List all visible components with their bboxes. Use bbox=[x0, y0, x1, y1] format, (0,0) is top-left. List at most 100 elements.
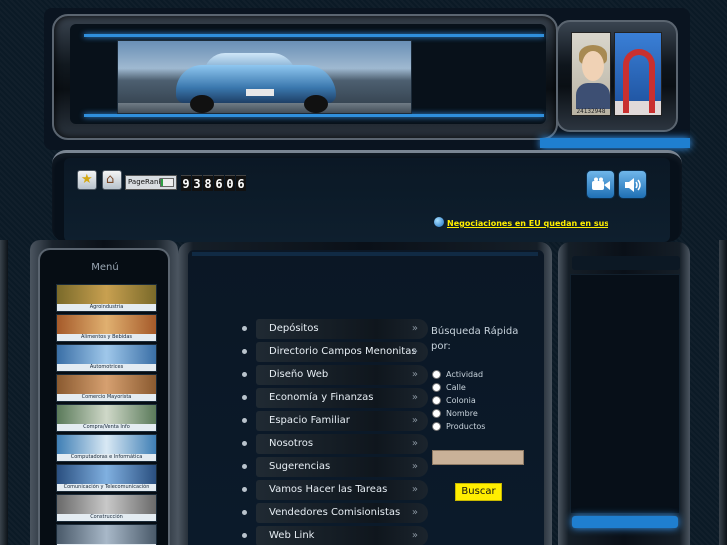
nav-link-label: Directorio Campos Menonitas bbox=[269, 346, 417, 357]
counter-digit: 6 bbox=[214, 175, 224, 191]
search-option-radio[interactable] bbox=[432, 409, 441, 418]
nav-link[interactable]: Nosotros » bbox=[256, 434, 428, 454]
bullet-icon bbox=[242, 487, 247, 492]
chevron-right-icon: » bbox=[411, 346, 418, 357]
menu-category-item[interactable]: Computadoras e Informática bbox=[56, 434, 157, 462]
search-option-radio[interactable] bbox=[432, 383, 441, 392]
search-option: Colonia bbox=[432, 394, 532, 407]
right-panel-header bbox=[572, 256, 680, 270]
menu-title: Menú bbox=[91, 262, 119, 273]
nav-row: Directorio Campos Menonitas» bbox=[240, 341, 430, 364]
home-icon[interactable]: ⌂ bbox=[102, 170, 122, 190]
portrait-image: 24132948 bbox=[571, 32, 611, 116]
pagerank-badge[interactable]: PageRank bbox=[125, 175, 177, 190]
search-option-label: Actividad bbox=[446, 370, 484, 379]
banner-glow-line-top bbox=[84, 34, 544, 37]
nav-row: Depósitos » bbox=[240, 318, 430, 341]
search-option-label: Productos bbox=[446, 422, 486, 431]
nav-link-label: Economía y Finanzas bbox=[269, 392, 374, 403]
bullet-icon bbox=[242, 441, 247, 446]
globe-icon bbox=[434, 217, 444, 227]
search-option-radio[interactable] bbox=[432, 396, 441, 405]
search-option: Actividad bbox=[432, 368, 532, 381]
search-option: Nombre bbox=[432, 407, 532, 420]
bullet-icon bbox=[242, 349, 247, 354]
nav-link[interactable]: Economía y Finanzas » bbox=[256, 388, 428, 408]
search-option-radio[interactable] bbox=[432, 422, 441, 431]
search-button[interactable]: Buscar bbox=[455, 483, 502, 501]
nav-link-label: Sugerencias bbox=[269, 461, 331, 472]
right-panel bbox=[570, 274, 680, 514]
favorites-icon[interactable]: ★ bbox=[77, 170, 97, 190]
nav-row: Vendedores Comisionistas » bbox=[240, 502, 430, 525]
chevron-right-icon: » bbox=[411, 461, 418, 472]
search-option-radio[interactable] bbox=[432, 370, 441, 379]
chevron-right-icon: » bbox=[411, 438, 418, 449]
nav-link[interactable]: Web Link » bbox=[256, 526, 428, 545]
left-edge-strip bbox=[0, 240, 8, 545]
nav-link[interactable]: Vamos Hacer las Tareas » bbox=[256, 480, 428, 500]
nav-row: Vamos Hacer las Tareas » bbox=[240, 479, 430, 502]
center-top-bar bbox=[192, 252, 538, 256]
counter-digit: 6 bbox=[236, 175, 246, 191]
chevron-right-icon: » bbox=[411, 484, 418, 495]
nav-link-label: Depósitos bbox=[269, 323, 319, 334]
nav-link-label: Nosotros bbox=[269, 438, 314, 449]
bullet-icon bbox=[242, 510, 247, 515]
menu-category-item[interactable]: Construcción bbox=[56, 494, 157, 522]
bullet-icon bbox=[242, 533, 247, 538]
menu-category-item[interactable]: Comunicación y Telecomunicación bbox=[56, 464, 157, 492]
main-navigation: Depósitos» Directorio Campos Menonitas» Di… bbox=[240, 318, 430, 545]
arch-artwork-image bbox=[614, 32, 662, 116]
bullet-icon bbox=[242, 326, 247, 331]
nav-link[interactable]: Directorio Campos Menonitas» bbox=[256, 342, 428, 362]
nav-link-label: Web Link bbox=[269, 530, 315, 541]
nav-link-label: Diseño Web bbox=[269, 369, 329, 380]
search-input[interactable] bbox=[432, 450, 524, 465]
search-option: Productos bbox=[432, 420, 532, 433]
nav-row: Web Link » bbox=[240, 525, 430, 545]
banner-glow-line-bottom bbox=[84, 114, 544, 117]
video-camera-icon[interactable] bbox=[586, 170, 615, 199]
bullet-icon bbox=[242, 372, 247, 377]
menu-category-item[interactable]: Automotrices bbox=[56, 344, 157, 372]
nav-link-label: Espacio Familiar bbox=[269, 415, 350, 426]
counter-digit: 9 bbox=[181, 175, 191, 191]
nav-row: Nosotros » bbox=[240, 433, 430, 456]
pagerank-label: PageRank bbox=[128, 178, 163, 186]
nav-link[interactable]: Sugerencias » bbox=[256, 457, 428, 477]
chevron-right-icon: » bbox=[411, 323, 418, 334]
search-options: Actividad Calle Colonia Nombre Productos bbox=[432, 368, 532, 433]
category-label: Agroindustria bbox=[57, 304, 156, 311]
category-menu: Agroindustria Alimentos y Bebidas Automotr… bbox=[56, 284, 157, 545]
portrait-caption: 24132948 bbox=[576, 108, 606, 115]
search-option-label: Colonia bbox=[446, 396, 476, 405]
news-ticker-link[interactable]: Negociaciones en EU quedan en suspen bbox=[447, 219, 608, 231]
quick-search-title: Búsqueda Rápida por: bbox=[431, 326, 519, 352]
search-option-label: Calle bbox=[446, 383, 466, 392]
menu-category-item[interactable]: Compra/Venta Info bbox=[56, 404, 157, 432]
chevron-right-icon: » bbox=[411, 530, 418, 541]
search-option-label: Nombre bbox=[446, 409, 478, 418]
counter-digit: 8 bbox=[203, 175, 213, 191]
nav-link-label: Vamos Hacer las Tareas bbox=[269, 484, 388, 495]
menu-category-item[interactable]: Alimentos y Bebidas bbox=[56, 314, 157, 342]
counter-digit: 0 bbox=[225, 175, 235, 191]
chevron-right-icon: » bbox=[411, 507, 418, 518]
nav-link[interactable]: Depósitos » bbox=[256, 319, 428, 339]
chevron-right-icon: » bbox=[411, 392, 418, 403]
nav-link[interactable]: Vendedores Comisionistas » bbox=[256, 503, 428, 523]
speaker-icon[interactable] bbox=[618, 170, 647, 199]
menu-category-item[interactable] bbox=[56, 524, 157, 545]
nav-link[interactable]: Diseño Web » bbox=[256, 365, 428, 385]
visit-counter: 9 3 8 6 0 6 bbox=[181, 175, 246, 191]
menu-category-item[interactable]: Agroindustria bbox=[56, 284, 157, 312]
menu-category-item[interactable]: Comercio Mayorista bbox=[56, 374, 157, 402]
bullet-icon bbox=[242, 464, 247, 469]
nav-row: Sugerencias » bbox=[240, 456, 430, 479]
header-glow-bar bbox=[540, 138, 690, 148]
search-option: Calle bbox=[432, 381, 532, 394]
nav-row: Espacio Familiar » bbox=[240, 410, 430, 433]
nav-link[interactable]: Espacio Familiar » bbox=[256, 411, 428, 431]
nav-row: Economía y Finanzas » bbox=[240, 387, 430, 410]
